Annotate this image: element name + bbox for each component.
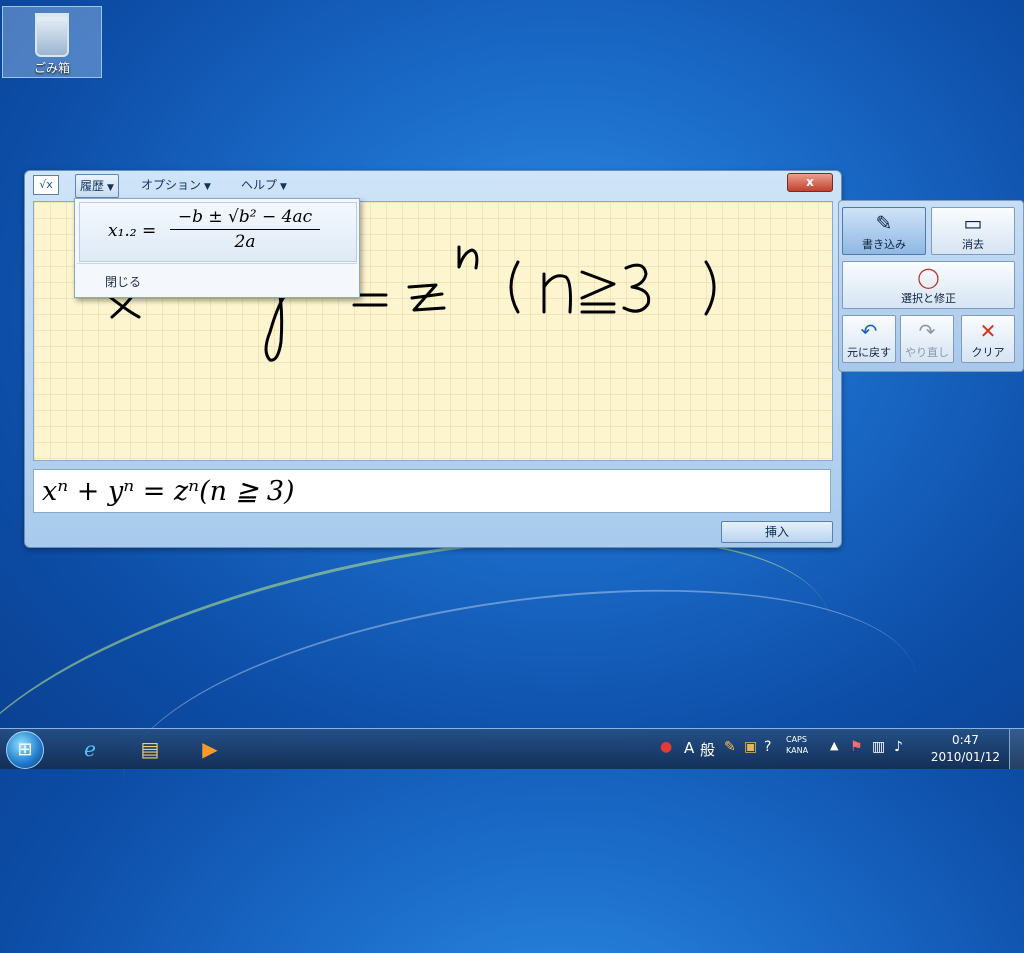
redo-icon: ↷ [918, 319, 936, 343]
windows-logo-icon: ⊞ [17, 739, 33, 760]
menu-history[interactable]: 履歴 ▼ [75, 174, 119, 198]
redo-button[interactable]: ↷ やり直し [900, 315, 954, 363]
select-correct-button[interactable]: ◯ 選択と修正 [842, 261, 1015, 309]
ime-dictionary-icon[interactable]: ▣ [744, 739, 757, 755]
history-dropdown: x₁.₂ = −b ± √b² − 4ac 2a 閉じる [74, 198, 360, 298]
kana-indicator: KANA [786, 746, 809, 755]
ime-tool-icon[interactable]: ✎ [724, 739, 736, 755]
clear-label: クリア [971, 346, 1005, 359]
write-label: 書き込み [862, 238, 906, 251]
recycle-bin-icon [35, 13, 69, 57]
history-formula-numerator: −b ± √b² − 4ac [170, 207, 320, 230]
chevron-down-icon: ▼ [204, 182, 211, 192]
start-button[interactable]: ⊞ [6, 731, 44, 769]
eraser-icon: ▭ [963, 211, 983, 235]
help-icon[interactable]: ? [764, 739, 771, 755]
menu-label: 履歴 [80, 179, 105, 193]
history-formula-lhs: x₁.₂ = [108, 221, 157, 241]
show-hidden-icons[interactable]: ▲ [830, 739, 838, 752]
ime-label[interactable]: 般 [700, 739, 715, 760]
write-button[interactable]: ✎ 書き込み [842, 207, 926, 255]
explorer-icon[interactable]: ▤ [130, 733, 170, 765]
menu-options[interactable]: オプション ▼ [137, 174, 215, 196]
caps-indicator: CAPS [786, 735, 807, 744]
pen-icon: ✎ [875, 211, 893, 235]
menu-label: オプション [141, 178, 202, 192]
clear-button[interactable]: ✕ クリア [961, 315, 1015, 363]
chevron-down-icon: ▼ [280, 182, 287, 192]
insert-label: 挿入 [764, 525, 789, 539]
ime-status-icon[interactable]: ● [660, 739, 672, 755]
erase-label: 消去 [962, 238, 984, 251]
network-icon[interactable]: ▥ [872, 739, 885, 755]
insert-button[interactable]: 挿入 [721, 521, 833, 543]
action-center-icon[interactable]: ⚑ [850, 739, 863, 755]
media-player-icon[interactable]: ▶ [190, 733, 230, 765]
preview-formula: xⁿ + yⁿ = zⁿ(n ≧ 3) [42, 476, 295, 507]
menu-label: ヘルプ [241, 178, 278, 192]
clock-time: 0:47 [951, 733, 979, 747]
clear-x-icon: ✕ [979, 319, 997, 343]
menu-bar: √x 履歴 ▼ オプション ▼ ヘルプ ▼ x [25, 171, 841, 199]
lasso-icon: ◯ [917, 265, 940, 289]
math-input-app-icon: √x [33, 175, 59, 195]
internet-explorer-icon[interactable]: ℯ [70, 733, 110, 765]
chevron-down-icon: ▼ [107, 183, 114, 193]
undo-icon: ↶ [860, 319, 878, 343]
redo-label: やり直し [905, 346, 949, 359]
close-icon: x [806, 175, 814, 189]
menu-separator [77, 263, 357, 264]
toolbox-panel: ✎ 書き込み ▭ 消去 ◯ 選択と修正 ↶ 元に戻す ↷ やり直し ✕ クリア [838, 200, 1024, 372]
clock[interactable]: 0:47 2010/01/12 [931, 732, 1000, 766]
clock-date: 2010/01/12 [930, 750, 1000, 764]
close-button[interactable]: x [787, 173, 833, 192]
taskbar: ⊞ ℯ ▤ ▶ ● A 般 ✎ ▣ ? CAPS KANA ▲ ⚑ ▥ ♪ 0:… [0, 728, 1024, 769]
desktop-icon-label: ごみ箱 [33, 61, 70, 75]
erase-button[interactable]: ▭ 消去 [931, 207, 1015, 255]
ime-mode[interactable]: A [684, 739, 694, 757]
history-formula-fraction: −b ± √b² − 4ac 2a [170, 207, 320, 252]
history-item[interactable]: x₁.₂ = −b ± √b² − 4ac 2a [79, 202, 357, 262]
history-close-item[interactable]: 閉じる [105, 273, 141, 290]
volume-icon[interactable]: ♪ [894, 739, 903, 755]
history-formula-denominator: 2a [234, 232, 256, 252]
undo-button[interactable]: ↶ 元に戻す [842, 315, 896, 363]
undo-label: 元に戻す [847, 346, 891, 359]
menu-help[interactable]: ヘルプ ▼ [237, 174, 291, 196]
show-desktop-button[interactable] [1009, 729, 1024, 769]
select-label: 選択と修正 [901, 292, 956, 305]
desktop-icon-recycle-bin[interactable]: ごみ箱 [2, 6, 102, 78]
recognition-preview: xⁿ + yⁿ = zⁿ(n ≧ 3) [33, 469, 831, 513]
